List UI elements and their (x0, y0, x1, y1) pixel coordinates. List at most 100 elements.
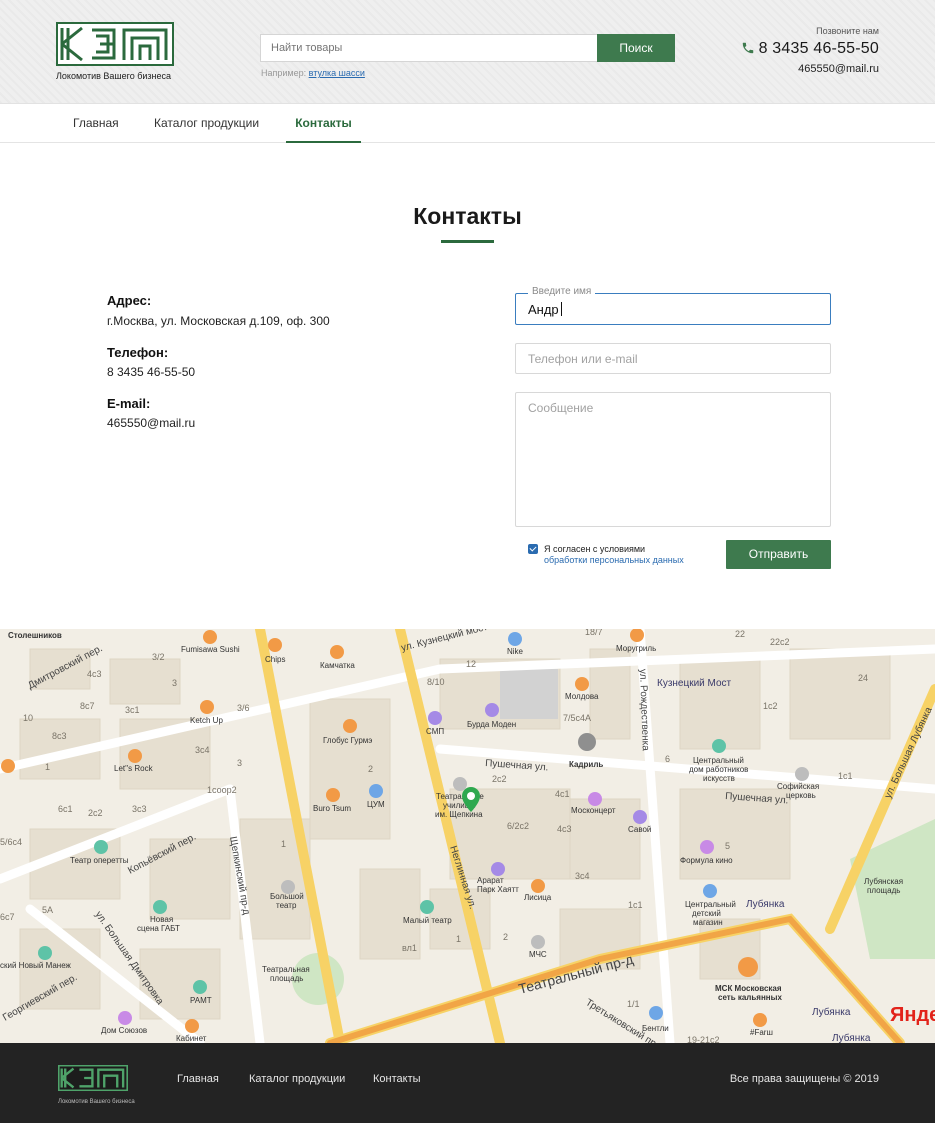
svg-text:1с1: 1с1 (838, 771, 853, 781)
svg-text:10: 10 (23, 713, 33, 723)
footer-logo[interactable]: Локомотив Вашего бизнеса (57, 1064, 138, 1105)
map-place-label: МЧС (529, 950, 547, 959)
footer-link-catalog[interactable]: Каталог продукции (249, 1073, 345, 1085)
svg-text:7/5с4А: 7/5с4А (563, 713, 591, 723)
map-place-label: Парк Хаятт (477, 885, 519, 894)
svg-text:1/1: 1/1 (627, 999, 640, 1009)
svg-text:2с2: 2с2 (492, 774, 507, 784)
text-caret (560, 302, 562, 316)
svg-text:1с2: 1с2 (763, 701, 778, 711)
search-hint: Например: втулка шасси (261, 68, 365, 78)
agree-text: Я согласен с условиями (544, 544, 646, 554)
map-metro-label: Кузнецкий Мост (657, 678, 732, 689)
phone-value[interactable]: 8 3435 46-55-50 (107, 365, 195, 379)
map-place-label: сцена ГАБТ (137, 924, 180, 933)
map-canvas: ул. Кузнецкий мост Пушечная ул. Пушечная… (0, 629, 935, 1043)
svg-text:6с1: 6с1 (58, 804, 73, 814)
map-place-label: Let''s Rock (114, 764, 154, 773)
map-place-label: Арарат (477, 876, 504, 885)
nav-item-home[interactable]: Главная (73, 104, 119, 143)
agree-link[interactable]: обработки персональных данных (544, 555, 684, 565)
map-place-label: Молдова (565, 692, 599, 701)
footer-tagline: Локомотив Вашего бизнеса (58, 1099, 135, 1105)
map-place-label: магазин (693, 918, 723, 927)
svg-text:1: 1 (281, 839, 286, 849)
map-place-label: Бурда Моден (467, 720, 516, 729)
nav-item-catalog[interactable]: Каталог продукции (154, 104, 259, 143)
svg-text:18/7: 18/7 (585, 629, 603, 637)
footer-link-contacts[interactable]: Контакты (373, 1073, 421, 1085)
svg-text:12: 12 (466, 659, 476, 669)
svg-text:3/6: 3/6 (237, 703, 250, 713)
svg-text:6с7: 6с7 (0, 912, 15, 922)
message-field[interactable]: Сообщение (515, 392, 831, 527)
search-hint-link[interactable]: втулка шасси (309, 68, 365, 78)
main-nav: Главная Каталог продукции Контакты (0, 104, 935, 143)
page-title: Контакты (413, 203, 522, 229)
svg-text:6/2с2: 6/2с2 (507, 821, 529, 831)
header-phone[interactable]: 8 3435 46-55-50 (759, 40, 879, 58)
map-metro-label: Лубянка (746, 898, 785, 910)
contact-field[interactable]: Телефон или e-mail (515, 343, 831, 374)
map-place-label: Малый театр (403, 916, 452, 925)
svg-text:22: 22 (735, 629, 745, 639)
nav-item-contacts[interactable]: Контакты (286, 104, 361, 143)
search-button[interactable]: Поиск (597, 34, 675, 62)
yandex-map[interactable]: ул. Кузнецкий мост Пушечная ул. Пушечная… (0, 629, 935, 1043)
svg-text:3/2: 3/2 (152, 652, 165, 662)
email-value[interactable]: 465550@mail.ru (107, 416, 195, 430)
map-place-label: площадь (270, 974, 303, 983)
map-place-label: Дом Союзов (101, 1026, 147, 1035)
header-email[interactable]: 465550@mail.ru (798, 63, 879, 75)
map-place-label: #Farш (750, 1028, 773, 1037)
map-metro-label: Лубянка (832, 1032, 871, 1043)
map-place-label: Fumisawa Sushi (181, 645, 240, 654)
copyright: Все права защищены © 2019 (729, 1073, 879, 1085)
map-place-label: Nike (507, 647, 524, 656)
map-place-label: детский (692, 909, 721, 918)
name-field[interactable]: Введите имя Андр (515, 286, 831, 325)
map-watermark: Яндекс (890, 1004, 935, 1026)
site-header: Локомотив Вашего бизнеса Поиск Например:… (0, 0, 935, 104)
site-footer: Локомотив Вашего бизнеса Главная Каталог… (0, 1043, 935, 1123)
message-field-placeholder: Сообщение (528, 401, 594, 415)
name-field-value: Андр (528, 302, 562, 317)
svg-text:8с7: 8с7 (80, 701, 95, 711)
map-place-label: Ketch Up (190, 716, 223, 725)
map-place-label: искусств (703, 774, 735, 783)
svg-text:3: 3 (172, 678, 177, 688)
svg-text:3с4: 3с4 (575, 871, 590, 881)
agree-checkbox[interactable] (528, 544, 538, 554)
map-place-label: Центральный (685, 900, 736, 909)
submit-button[interactable]: Отправить (726, 540, 831, 569)
search-input[interactable] (260, 34, 598, 62)
svg-text:1с1: 1с1 (628, 900, 643, 910)
map-place-label: Кабинет (176, 1034, 207, 1043)
footer-logo-mark (57, 1064, 129, 1092)
title-underline (441, 240, 494, 243)
map-place-label: СМП (426, 727, 444, 736)
logo[interactable]: Локомотив Вашего бизнеса (56, 22, 178, 81)
footer-link-home[interactable]: Главная (177, 1073, 219, 1085)
map-place-label: Моругриль (616, 644, 656, 653)
map-place-label: церковь (786, 791, 816, 800)
name-field-label: Введите имя (528, 286, 596, 297)
svg-text:3с1: 3с1 (125, 705, 140, 715)
contact-field-placeholder: Телефон или e-mail (528, 352, 638, 366)
address-label: Адрес: (107, 293, 152, 308)
svg-text:5А: 5А (42, 905, 53, 915)
svg-text:2: 2 (503, 932, 508, 942)
map-place-label: Камчатка (320, 661, 355, 670)
logo-tagline: Локомотив Вашего бизнеса (56, 71, 171, 81)
email-label: E-mail: (107, 396, 151, 411)
phone-label: Телефон: (107, 345, 169, 360)
name-field-text: Андр (528, 302, 559, 317)
svg-text:22с2: 22с2 (770, 637, 790, 647)
map-place-label: Театральная (262, 965, 310, 974)
svg-text:2с2: 2с2 (88, 808, 103, 818)
svg-text:5: 5 (725, 841, 730, 851)
map-metro-label: Лубянка (812, 1006, 851, 1018)
map-place-label: ЦУМ (367, 800, 385, 809)
map-place-label: театр (276, 901, 297, 910)
map-place-label: Кадриль (569, 760, 603, 769)
